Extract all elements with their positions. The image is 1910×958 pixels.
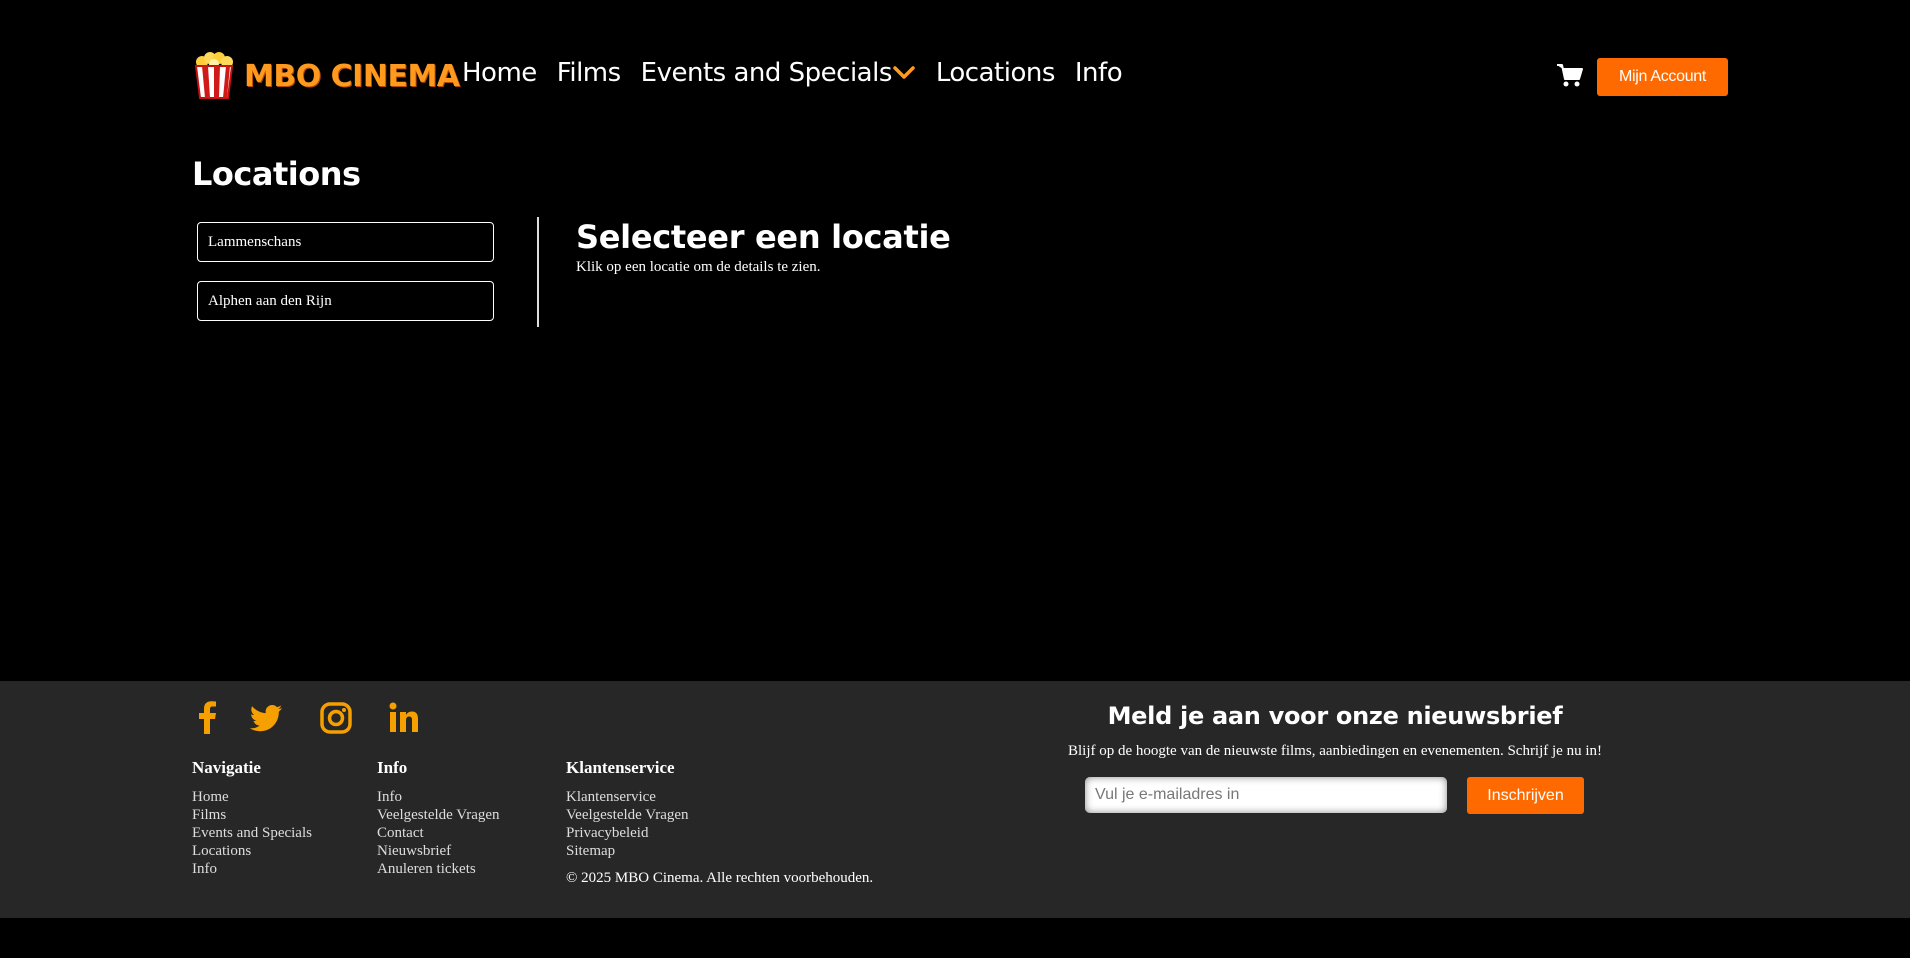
facebook-icon[interactable] bbox=[190, 700, 226, 736]
footer-column-title: Klantenservice bbox=[566, 758, 675, 777]
location-item-lammenschans[interactable]: Lammenschans bbox=[197, 222, 494, 262]
footer-link[interactable]: Sitemap bbox=[566, 842, 689, 860]
footer-link[interactable]: Contact bbox=[377, 824, 500, 842]
footer-link[interactable]: Nieuwsbrief bbox=[377, 842, 500, 860]
footer-column-title: Info bbox=[377, 758, 408, 777]
footer-link[interactable]: Films bbox=[192, 806, 312, 824]
footer-link[interactable]: Home bbox=[192, 788, 312, 806]
newsletter-email-input[interactable] bbox=[1085, 777, 1447, 813]
location-list: Lammenschans Alphen aan den Rijn bbox=[197, 222, 495, 340]
footer-link[interactable]: Info bbox=[192, 860, 312, 878]
footer-column-klantenservice: Klantenservice Klantenservice Veelgestel… bbox=[566, 758, 689, 860]
footer-link[interactable]: Klantenservice bbox=[566, 788, 689, 806]
twitter-icon[interactable] bbox=[248, 700, 284, 736]
location-item-alphen[interactable]: Alphen aan den Rijn bbox=[197, 281, 494, 321]
footer-link[interactable]: Locations bbox=[192, 842, 312, 860]
page-title: Locations bbox=[192, 155, 361, 193]
popcorn-icon bbox=[194, 52, 234, 99]
footer-link[interactable]: Veelgestelde Vragen bbox=[377, 806, 500, 824]
footer-link[interactable]: Privacybeleid bbox=[566, 824, 689, 842]
linkedin-icon[interactable] bbox=[386, 700, 422, 736]
footer-column-navigatie: Navigatie Home Films Events and Specials… bbox=[192, 758, 312, 878]
location-detail-subtitle: Klik op een locatie om de details te zie… bbox=[576, 259, 821, 275]
footer-link[interactable]: Veelgestelde Vragen bbox=[566, 806, 689, 824]
cart-icon[interactable] bbox=[1556, 62, 1584, 90]
instagram-icon[interactable] bbox=[318, 700, 354, 736]
footer-link[interactable]: Anuleren tickets bbox=[377, 860, 500, 878]
main-nav: Home Films Events and Specials Locations… bbox=[462, 58, 1123, 88]
site-logo[interactable]: MBO CINEMA bbox=[192, 50, 460, 102]
vertical-divider bbox=[537, 217, 539, 327]
nav-films[interactable]: Films bbox=[557, 58, 621, 88]
nav-locations[interactable]: Locations bbox=[936, 58, 1056, 88]
nav-events[interactable]: Events and Specials bbox=[641, 58, 893, 88]
nav-events-dropdown[interactable]: Events and Specials bbox=[641, 58, 916, 88]
logo-text: MBO CINEMA bbox=[244, 58, 460, 94]
newsletter-subtitle: Blijf op de hoogte van de nieuwste films… bbox=[1067, 743, 1603, 759]
nav-home[interactable]: Home bbox=[462, 58, 537, 88]
footer-link[interactable]: Events and Specials bbox=[192, 824, 312, 842]
location-detail-title: Selecteer een locatie bbox=[576, 218, 951, 256]
footer-column-info: Info Info Veelgestelde Vragen Contact Ni… bbox=[377, 758, 500, 878]
copyright-text: © 2025 MBO Cinema. Alle rechten voorbeho… bbox=[566, 870, 874, 886]
newsletter-title: Meld je aan voor onze nieuwsbrief bbox=[1107, 702, 1563, 730]
footer-column-title: Navigatie bbox=[192, 758, 261, 777]
page: MBO CINEMA Home Films Events and Special… bbox=[0, 0, 1910, 958]
chevron-down-icon[interactable] bbox=[892, 65, 916, 81]
my-account-button[interactable]: Mijn Account bbox=[1597, 58, 1728, 96]
footer-link[interactable]: Info bbox=[377, 788, 500, 806]
newsletter-subscribe-button[interactable]: Inschrijven bbox=[1467, 777, 1584, 814]
site-header: MBO CINEMA Home Films Events and Special… bbox=[0, 0, 1910, 160]
nav-info[interactable]: Info bbox=[1075, 58, 1123, 88]
